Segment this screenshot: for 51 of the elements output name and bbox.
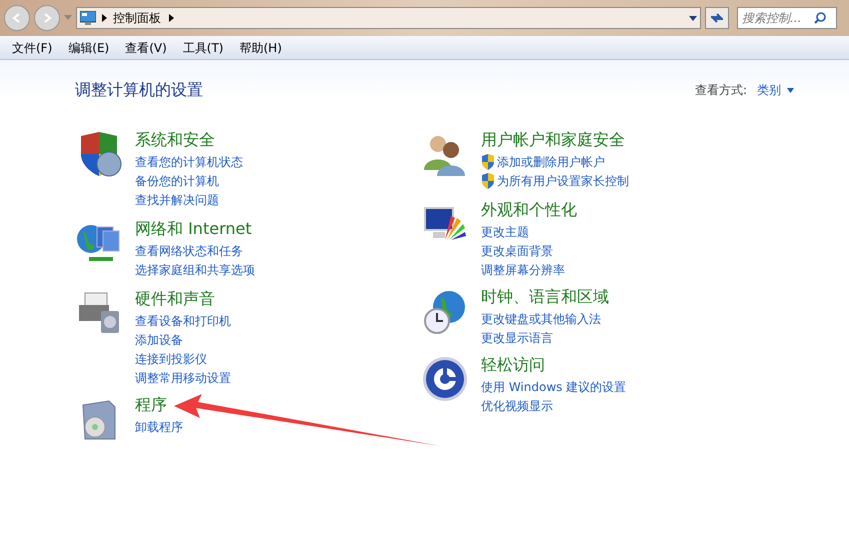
caret-icon bbox=[787, 88, 794, 92]
back-button[interactable] bbox=[4, 5, 30, 31]
task-link[interactable]: 添加设备 bbox=[135, 330, 183, 348]
search-icon bbox=[814, 12, 826, 24]
task-link[interactable]: 为所有用户设置家长控制 bbox=[497, 172, 629, 190]
view-by-dropdown[interactable]: 类别 bbox=[757, 81, 794, 99]
category-link[interactable]: 程序 bbox=[135, 395, 183, 415]
caret-icon bbox=[64, 15, 72, 21]
category-link[interactable]: 用户帐户和家庭安全 bbox=[481, 130, 629, 150]
category-link[interactable]: 外观和个性化 bbox=[481, 200, 577, 220]
category-link[interactable]: 网络和 Internet bbox=[135, 219, 255, 239]
category-link[interactable]: 时钟、语言和区域 bbox=[481, 287, 609, 307]
category-link[interactable]: 系统和安全 bbox=[135, 130, 243, 150]
task-link[interactable]: 更改主题 bbox=[481, 222, 529, 240]
task-link[interactable]: 添加或删除用户帐户 bbox=[497, 152, 605, 170]
refresh-icon bbox=[710, 12, 724, 24]
search-box[interactable]: 搜索控制... bbox=[737, 7, 837, 29]
task-link[interactable]: 卸载程序 bbox=[135, 418, 183, 436]
dropdown-caret-icon bbox=[689, 16, 697, 20]
category-link[interactable]: 硬件和声音 bbox=[135, 289, 231, 309]
menu-item[interactable]: 工具(T) bbox=[174, 38, 232, 56]
task-link[interactable]: 查看网络状态和任务 bbox=[135, 242, 243, 260]
view-by-label: 查看方式: bbox=[694, 82, 747, 99]
breadcrumb-item[interactable]: 控制面板 bbox=[113, 9, 161, 27]
task-link[interactable]: 更改键盘或其他输入法 bbox=[481, 310, 601, 328]
chevron-icon bbox=[102, 14, 107, 22]
task-link[interactable]: 使用 Windows 建议的设置 bbox=[481, 378, 626, 396]
task-link[interactable]: 优化视频显示 bbox=[481, 396, 553, 414]
task-link[interactable]: 调整常用移动设置 bbox=[135, 368, 231, 386]
task-link[interactable]: 查找并解决问题 bbox=[135, 190, 219, 208]
task-link[interactable]: 查看设备和打印机 bbox=[135, 312, 231, 330]
task-link[interactable]: 备份您的计算机 bbox=[135, 172, 219, 190]
category-link[interactable]: 轻松访问 bbox=[481, 355, 626, 375]
menu-item[interactable]: 帮助(H) bbox=[232, 38, 290, 56]
task-link[interactable]: 选择家庭组和共享选项 bbox=[135, 260, 255, 278]
forward-button[interactable] bbox=[34, 5, 60, 31]
task-link[interactable]: 查看您的计算机状态 bbox=[135, 152, 243, 170]
accessibility-icon bbox=[421, 355, 469, 403]
chevron-icon bbox=[169, 14, 174, 22]
address-bar[interactable]: 控制面板 bbox=[76, 7, 701, 29]
control-panel-icon bbox=[80, 11, 96, 25]
menu-item[interactable]: 文件(F) bbox=[4, 38, 60, 56]
search-input[interactable]: 搜索控制... bbox=[742, 9, 814, 27]
task-link[interactable]: 连接到投影仪 bbox=[135, 350, 207, 368]
refresh-button[interactable] bbox=[705, 7, 729, 29]
menu-item[interactable]: 查看(V) bbox=[117, 38, 175, 56]
menu-item[interactable]: 编辑(E) bbox=[60, 38, 118, 56]
task-link[interactable]: 更改桌面背景 bbox=[481, 242, 553, 260]
task-link[interactable]: 调整屏幕分辨率 bbox=[481, 260, 565, 278]
page-heading: 调整计算机的设置 bbox=[75, 79, 203, 101]
task-link[interactable]: 更改显示语言 bbox=[481, 328, 553, 346]
